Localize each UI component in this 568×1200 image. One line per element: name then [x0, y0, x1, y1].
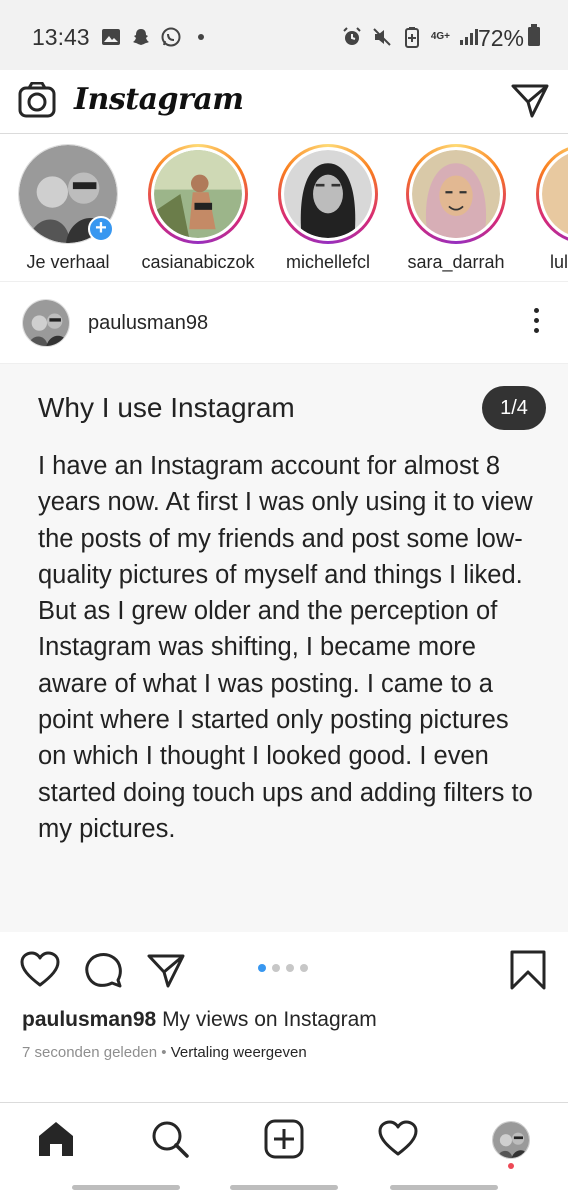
post-content[interactable]: Why I use Instagram 1/4 I have an Instag…	[0, 364, 568, 932]
page-indicator: 1/4	[482, 386, 546, 430]
add-story-icon[interactable]: +	[88, 216, 114, 242]
story-casianabiczok[interactable]: casianabiczok	[138, 144, 258, 273]
carousel-dots	[258, 964, 308, 972]
recent-apps-handle[interactable]	[72, 1185, 180, 1190]
search-icon[interactable]	[150, 1119, 190, 1159]
story-label: Je verhaal	[26, 252, 110, 272]
post-caption: paulusman98 My views on Instagram	[22, 1008, 377, 1032]
avatar	[412, 150, 500, 238]
new-post-icon[interactable]	[264, 1119, 304, 1159]
network-type: 4G+	[430, 31, 450, 42]
stories-tray: + Je verhaal casianabiczok michellefcl s…	[0, 134, 568, 282]
system-navigation-bar	[0, 1172, 568, 1200]
post-header: paulusman98	[0, 282, 568, 364]
notification-icons	[100, 26, 212, 48]
alarm-icon	[341, 26, 363, 48]
story-label: sara_darrah	[407, 252, 505, 272]
post-meta: 7 seconden geleden • Vertaling weergeven	[22, 1044, 307, 1061]
avatar	[284, 150, 372, 238]
signal-icon	[458, 26, 480, 48]
battery-icon	[528, 24, 540, 52]
carousel-dot	[286, 964, 294, 972]
status-bar: 13:43 4G+ 72%	[0, 0, 568, 70]
post-actions	[0, 932, 568, 1006]
home-icon[interactable]	[36, 1119, 76, 1159]
story-lul[interactable]: lul	[526, 144, 568, 273]
notification-dot	[508, 1163, 514, 1169]
story-label: lul	[550, 252, 568, 272]
post-timestamp: 7 seconden geleden	[22, 1044, 158, 1061]
instagram-logo: Instagram	[74, 82, 244, 117]
avatar	[542, 153, 568, 235]
bookmark-icon[interactable]	[508, 950, 548, 990]
story-sara-darrah[interactable]: sara_darrah	[396, 144, 516, 273]
post-text: I have an Instagram account for almost 8…	[38, 452, 533, 843]
comment-icon[interactable]	[84, 950, 124, 990]
carousel-dot	[272, 964, 280, 972]
app-header: Instagram	[0, 70, 568, 134]
translate-link[interactable]: Vertaling weergeven	[171, 1044, 307, 1061]
battery-percent: 72%	[477, 24, 524, 51]
story-own[interactable]: + Je verhaal	[8, 144, 128, 273]
battery-status: 72%	[478, 24, 540, 52]
mute-icon	[371, 26, 393, 48]
gallery-icon	[100, 26, 122, 48]
caption-text: My views on Instagram	[162, 1008, 377, 1031]
post-username[interactable]: paulusman98	[88, 312, 208, 335]
direct-message-icon[interactable]	[510, 80, 550, 120]
home-handle[interactable]	[230, 1185, 338, 1190]
camera-icon[interactable]	[18, 81, 56, 118]
story-label: casianabiczok	[141, 252, 255, 272]
story-michellefcl[interactable]: michellefcl	[268, 144, 388, 273]
meta-separator: •	[161, 1044, 167, 1061]
more-options-icon[interactable]	[532, 308, 540, 338]
snapchat-icon	[130, 26, 152, 48]
avatar	[154, 150, 242, 238]
profile-avatar[interactable]	[492, 1121, 530, 1159]
bottom-navigation	[0, 1102, 568, 1172]
activity-heart-icon[interactable]	[378, 1119, 418, 1159]
dot-icon	[190, 26, 212, 48]
carousel-dot	[258, 964, 266, 972]
heart-icon[interactable]	[20, 950, 60, 990]
battery-saver-icon	[401, 26, 423, 48]
story-label: michellefcl	[285, 252, 371, 272]
whatsapp-icon	[160, 26, 182, 48]
system-icons: 4G+	[341, 26, 480, 48]
share-icon[interactable]	[146, 950, 186, 990]
post-avatar[interactable]	[22, 299, 70, 347]
caption-username[interactable]: paulusman98	[22, 1008, 156, 1031]
back-handle[interactable]	[390, 1185, 498, 1190]
post-title: Why I use Instagram	[38, 392, 295, 423]
status-time: 13:43	[32, 24, 90, 50]
carousel-dot	[300, 964, 308, 972]
